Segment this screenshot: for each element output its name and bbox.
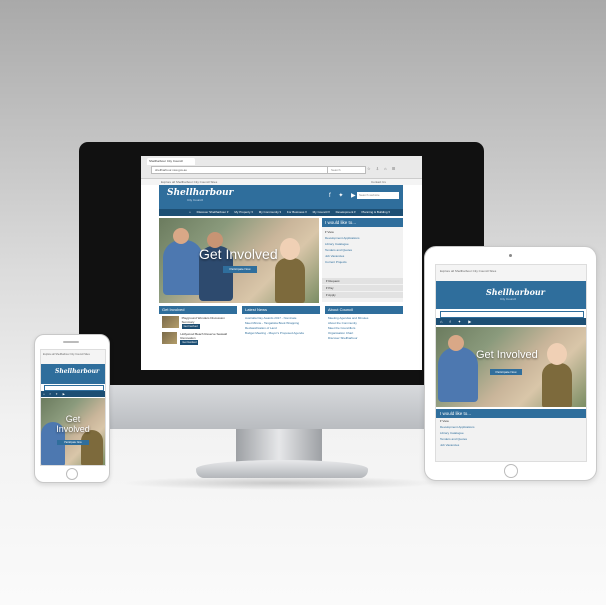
list-item[interactable]: Playground Wonders Discussion Summary Ge…	[162, 316, 234, 329]
item-text: Playground Wonders Discussion Summary	[181, 316, 225, 324]
thumbnail	[162, 316, 179, 328]
phone-screen: Explore all Shellharbour City Council Si…	[40, 349, 106, 466]
phone-participate-button[interactable]: Participate Now	[57, 440, 89, 445]
url-bar[interactable]: shellharbour.nsw.gov.au	[151, 166, 328, 174]
nav-planning[interactable]: Planning & Building ▾	[362, 210, 390, 214]
tablet-screen: Explore all Shellharbour City Council Si…	[435, 264, 587, 462]
news-link[interactable]: Budget Meeting - Mayor's Proposed Agenda	[245, 331, 317, 336]
hero-photo-child	[542, 363, 572, 407]
nav-business[interactable]: For Business ▾	[287, 210, 307, 214]
tablet-search-input[interactable]	[440, 311, 584, 318]
tablet-sidebar: ▾ View Development Applications Library …	[436, 418, 586, 461]
get-involved-button[interactable]: Get Involved	[180, 340, 199, 345]
hero-photo-person	[163, 240, 203, 295]
tablet-logo-sub: City Council	[500, 297, 517, 301]
social-icons[interactable]: f ✦ ▶	[329, 192, 359, 199]
sidebar-actions: ▾ Request ▾ Pay ▾ Apply	[322, 278, 403, 299]
phone-hero-title: Get Involved	[56, 414, 90, 434]
column-title: Latest News	[242, 306, 320, 314]
phone-device: Explore all Shellharbour City Council Si…	[34, 334, 110, 483]
column-title: About Council	[325, 306, 403, 314]
hero-photo-head	[280, 238, 300, 260]
tablet-hero-title: Get Involved	[476, 349, 538, 361]
hero-photo-head	[448, 335, 464, 351]
tablet-sidebar-title: I would like to...	[436, 409, 586, 418]
nav-home[interactable]: ⌂	[189, 210, 191, 214]
hero-photo-head	[173, 228, 189, 244]
pay-toggle[interactable]: ▾ Pay	[322, 285, 403, 291]
site-header: Shellharbour City Council f ✦ ▶ Search w…	[159, 185, 403, 209]
site-search-input[interactable]: Search website	[357, 192, 399, 199]
main-nav: ⌂ Discover Shellharbour ▾ My Property ▾ …	[159, 209, 403, 216]
toolbar-icons[interactable]: ☆ ⇩ ⌂ ☰	[367, 166, 397, 171]
sidebar-title: I would like to...	[322, 218, 403, 227]
home-button[interactable]	[66, 468, 78, 480]
get-involved-column: Get Involved Playground Wonders Discussi…	[159, 306, 237, 370]
content-columns: Get Involved Playground Wonders Discussi…	[159, 306, 403, 370]
nav-council[interactable]: My Council ▾	[313, 210, 330, 214]
nav-community[interactable]: My Community ▾	[259, 210, 281, 214]
imac-foot	[196, 460, 368, 478]
hero-title: Get Involved	[199, 246, 278, 262]
browser-chrome: Shellharbour City Council shellharbour.n…	[141, 156, 422, 179]
tablet-header: Shellharbour City Council	[436, 281, 586, 309]
hero-photo-person	[438, 347, 478, 402]
sidebar-link[interactable]: Current Projects	[325, 259, 360, 265]
nav-property[interactable]: My Property ▾	[234, 210, 253, 214]
desk-shadow	[120, 476, 440, 490]
tablet-top-strip: Explore all Shellharbour City Council Si…	[436, 265, 586, 281]
item-text: Hollywood Beach Reserve Seawall Renovati…	[180, 332, 227, 340]
nav-items: ⌂ Discover Shellharbour ▾ My Property ▾ …	[189, 209, 395, 216]
site-logo-sub: City Council	[187, 198, 204, 202]
hero-photo-child	[81, 430, 103, 465]
tablet-participate-button[interactable]: Participate Now	[490, 369, 522, 375]
tablet-logo[interactable]: Shellharbour	[486, 287, 545, 297]
hero-banner: Get Involved Participate Now	[159, 218, 319, 303]
browser-search[interactable]: Search	[327, 166, 366, 174]
hero-photo-child	[275, 258, 305, 303]
phone-header: Shellharbour	[41, 364, 105, 384]
thumbnail	[162, 332, 178, 344]
imac-stand	[236, 429, 322, 463]
sidebar-links: ▾ View Development Applications Library …	[325, 229, 360, 265]
hero-photo-head	[547, 343, 567, 365]
phone-topstrip-text[interactable]: Explore all Shellharbour City Council Si…	[43, 353, 90, 356]
latest-news-column: Latest News Australia Day Awards 2017 - …	[242, 306, 320, 370]
request-toggle[interactable]: ▾ Request	[322, 278, 403, 284]
about-council-column: About Council Meeting Agendas and Minute…	[325, 306, 403, 370]
speaker-icon	[63, 341, 79, 343]
tablet-hero: Get Involved Participate Now	[436, 327, 586, 407]
camera-icon	[509, 254, 512, 257]
participate-button[interactable]: Participate Now	[223, 266, 257, 273]
about-link[interactable]: Discover Shellharbour	[328, 336, 400, 341]
tablet-nav[interactable]: ⌂ f ✦ ▶	[436, 318, 586, 325]
apply-toggle[interactable]: ▾ Apply	[322, 292, 403, 298]
browser-tab[interactable]: Shellharbour City Council	[147, 158, 195, 165]
nav-discover[interactable]: Discover Shellharbour ▾	[197, 210, 229, 214]
tablet-device: Explore all Shellharbour City Council Si…	[424, 246, 597, 481]
column-title: Get Involved	[159, 306, 237, 314]
imac-screen: Shellharbour City Council shellharbour.n…	[141, 156, 422, 370]
nav-development[interactable]: Development ▾	[336, 210, 356, 214]
list-item[interactable]: Hollywood Beach Reserve Seawall Renovati…	[162, 332, 234, 345]
sidebar-link[interactable]: Job Vacancies	[440, 442, 586, 448]
sidebar: I would like to... ▾ View Development Ap…	[322, 218, 403, 302]
phone-top-strip: Explore all Shellharbour City Council Si…	[41, 350, 105, 364]
site-logo[interactable]: Shellharbour	[167, 188, 233, 198]
tablet-topstrip-text[interactable]: Explore all Shellharbour City Council Si…	[440, 269, 496, 273]
phone-hero: Get Involved Participate Now	[41, 398, 105, 465]
get-involved-button[interactable]: Get Involved	[181, 324, 200, 329]
phone-logo[interactable]: Shellharbour	[55, 368, 99, 375]
phone-nav[interactable]: ⌂ f ✦ ▶	[41, 391, 105, 397]
home-button[interactable]	[504, 464, 518, 478]
